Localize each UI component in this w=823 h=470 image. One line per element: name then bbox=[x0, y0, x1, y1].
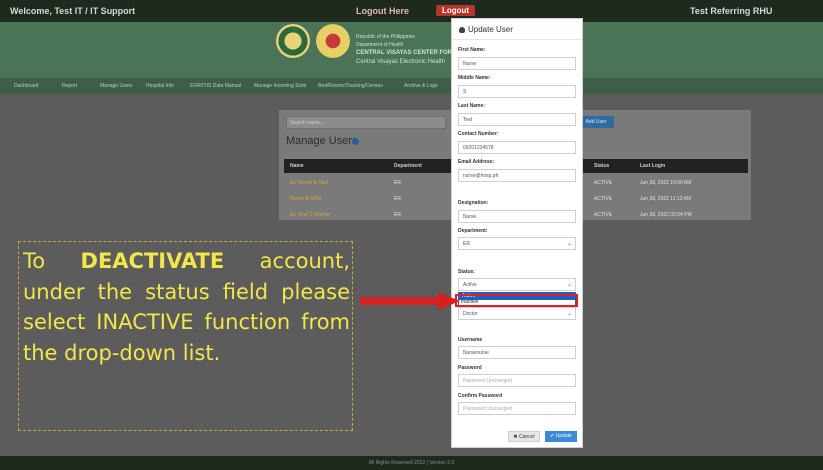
department-select[interactable]: ER ⌄ bbox=[458, 237, 576, 250]
designation-label: Designation: bbox=[458, 200, 489, 206]
status-label: Status: bbox=[458, 269, 475, 275]
nav-item-eor-manual[interactable]: EOR/ITIS Data Manual bbox=[190, 83, 241, 89]
email-label: Email Address: bbox=[458, 159, 495, 165]
logout-button[interactable]: Logout bbox=[436, 5, 476, 16]
facility-name: Test Referring RHU bbox=[690, 6, 773, 16]
row-status: ACTIVE bbox=[594, 196, 613, 202]
email-field[interactable]: nurse@hosp.ph bbox=[458, 169, 576, 182]
last-name-field[interactable]: Test bbox=[458, 113, 576, 126]
level-select[interactable]: Doctor ⌄ bbox=[458, 307, 576, 320]
middle-name-label: Middle Name: bbox=[458, 75, 491, 81]
department-value: ER bbox=[463, 241, 470, 247]
header-line-1: Republic of the Philippines bbox=[356, 34, 415, 40]
chevron-down-icon: ⌄ bbox=[566, 311, 572, 317]
top-bar: Welcome, Test IT / IT Support Logout Her… bbox=[0, 0, 823, 22]
contact-number-label: Contact Number: bbox=[458, 131, 499, 137]
welcome-text: Welcome, Test IT / IT Support bbox=[10, 6, 136, 16]
site-header: Republic of the Philippines Department o… bbox=[0, 22, 823, 78]
instruction-keyword: DEACTIVATE bbox=[80, 249, 225, 273]
inactive-highlight-box bbox=[455, 294, 578, 307]
column-header-last-login: Last Login bbox=[640, 163, 666, 169]
modal-divider bbox=[452, 39, 582, 40]
screenshot-stage: Welcome, Test IT / IT Support Logout Her… bbox=[0, 0, 823, 470]
row-last-login: Jun 28, 2022 11:13 AM bbox=[640, 196, 692, 202]
row-last-login: Jun 28, 2022 02:04 PM bbox=[640, 212, 692, 218]
row-status: ACTIVE bbox=[594, 180, 613, 186]
chevron-down-icon: ⌄ bbox=[566, 282, 572, 288]
header-line-2: Department of Health bbox=[356, 42, 404, 48]
row-name[interactable]: Dr. Test C Doctor bbox=[290, 212, 330, 218]
chevron-down-icon: ⌄ bbox=[566, 241, 572, 247]
contact-number-field[interactable]: 09201234578 bbox=[458, 141, 576, 154]
region-seal-logo bbox=[316, 24, 350, 58]
password-field[interactable]: Password Unchanged bbox=[458, 374, 576, 387]
header-line-4: Central Visayas Electronic Health bbox=[356, 59, 445, 65]
logout-hint: Logout Here bbox=[356, 6, 409, 16]
password-label: Password bbox=[458, 365, 482, 371]
row-status: ACTIVE bbox=[594, 212, 613, 218]
pointer-arrow-icon bbox=[360, 292, 460, 310]
modal-title: Update User bbox=[468, 25, 513, 34]
first-name-label: First Name: bbox=[458, 47, 486, 53]
instruction-part-1: To bbox=[23, 249, 81, 273]
confirm-password-label: Confirm Password bbox=[458, 393, 503, 399]
designation-field[interactable]: Nurse bbox=[458, 210, 576, 223]
row-department: ER bbox=[394, 212, 401, 218]
main-nav: Dashboard Report Manage Users Hospital I… bbox=[0, 78, 823, 94]
info-icon bbox=[352, 138, 359, 145]
instruction-text: To DEACTIVATE account, under the status … bbox=[23, 246, 350, 368]
row-department: ER bbox=[394, 180, 401, 186]
confirm-password-field[interactable]: Password Unchanged bbox=[458, 402, 576, 415]
cancel-button[interactable]: ✖ Cancel bbox=[508, 431, 540, 442]
first-name-field[interactable]: Nurse bbox=[458, 57, 576, 70]
nav-item-hospital-info[interactable]: Hospital Info bbox=[146, 83, 174, 89]
row-last-login: Jun 28, 2022 10:00 AM bbox=[640, 180, 692, 186]
row-department: ER bbox=[394, 196, 401, 202]
nav-item-manage-users[interactable]: Manage Users bbox=[100, 83, 133, 89]
add-user-button[interactable]: Add User bbox=[578, 116, 614, 128]
nav-item-archive[interactable]: Archive & Logs bbox=[404, 83, 438, 89]
doh-seal-logo bbox=[276, 24, 310, 58]
nav-item-report[interactable]: Report bbox=[62, 83, 77, 89]
status-select[interactable]: Active ⌄ bbox=[458, 278, 576, 291]
nav-item-dashboard[interactable]: Dashboard bbox=[14, 83, 38, 89]
row-name[interactable]: Dr. Nurse A Test bbox=[290, 180, 328, 186]
nav-item-bed-tracking[interactable]: Bed/Rooms/Tracking/Census bbox=[318, 83, 383, 89]
status-value: Active bbox=[463, 282, 477, 288]
user-icon bbox=[459, 27, 465, 33]
page-title: Manage Users bbox=[286, 135, 358, 147]
row-name[interactable]: Nurse B RHU bbox=[290, 196, 321, 202]
username-field[interactable]: Nursenurse bbox=[458, 346, 576, 359]
update-button[interactable]: ✔ Update bbox=[545, 431, 577, 442]
column-header-department: Department bbox=[394, 163, 422, 169]
column-header-status: Status bbox=[594, 163, 610, 169]
column-header-name: Name bbox=[290, 163, 304, 169]
department-label: Department: bbox=[458, 228, 488, 234]
nav-item-incoming-slots[interactable]: Manage Incoming Slots bbox=[254, 83, 306, 89]
middle-name-field[interactable]: S bbox=[458, 85, 576, 98]
last-name-label: Last Name: bbox=[458, 103, 485, 109]
level-value: Doctor bbox=[463, 311, 478, 317]
search-input[interactable]: Search name... bbox=[286, 116, 446, 129]
page-footer: All Rights Reserved 2022 | Version 2.0 bbox=[0, 456, 823, 470]
username-label: Username bbox=[458, 337, 483, 343]
